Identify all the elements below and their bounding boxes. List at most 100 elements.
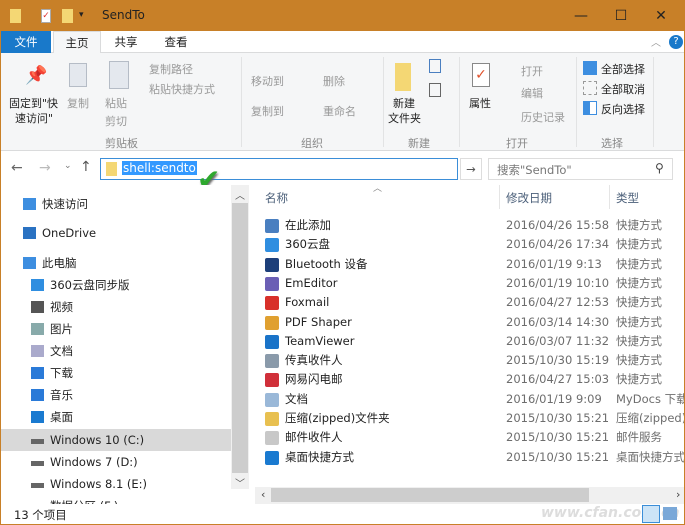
back-button[interactable]: ← xyxy=(11,160,23,176)
file-row[interactable]: Bluetooth 设备 2016/01/19 9:13 快捷方式 xyxy=(249,255,684,274)
tab-share[interactable]: 共享 xyxy=(106,31,146,53)
nav-item[interactable]: Windows 10 (C:) xyxy=(1,429,231,451)
scroll-right-icon[interactable]: › xyxy=(676,488,680,501)
column-type[interactable]: 类型 xyxy=(616,190,639,206)
pin-quick-access-button[interactable]: 固定到"快 xyxy=(9,95,58,111)
cloud-icon xyxy=(31,279,44,291)
nav-item[interactable]: OneDrive xyxy=(1,222,231,244)
paste-shortcut-button[interactable]: 粘贴快捷方式 xyxy=(149,81,215,97)
drive-icon xyxy=(31,461,44,466)
history-button[interactable]: 历史记录 xyxy=(521,109,565,125)
collapse-ribbon-icon[interactable]: ︿ xyxy=(651,34,661,49)
copy-path-button[interactable]: 复制路径 xyxy=(149,61,193,77)
nav-item[interactable]: Windows 8.1 (E:) xyxy=(1,473,231,495)
nav-item[interactable]: Windows 7 (D:) xyxy=(1,451,231,473)
tab-view[interactable]: 查看 xyxy=(156,31,196,53)
pin-icon: 📌 xyxy=(25,65,48,86)
nav-item[interactable]: 图片 xyxy=(1,318,231,340)
minimize-button[interactable]: — xyxy=(561,1,601,31)
file-row[interactable]: 桌面快捷方式 2015/10/30 15:21 桌面快捷方式 xyxy=(249,448,685,467)
new-folder-quick-icon[interactable] xyxy=(62,9,73,23)
up-button[interactable]: ↑ xyxy=(80,159,92,175)
file-row[interactable]: 传真收件人 2015/10/30 15:19 快捷方式 xyxy=(249,351,684,370)
forward-button[interactable]: → xyxy=(39,160,51,176)
file-row[interactable]: EmEditor 2016/01/19 10:10 快捷方式 xyxy=(249,274,684,293)
copy-button[interactable]: 复制 xyxy=(67,95,89,111)
file-row[interactable]: 网易闪电邮 2016/04/27 15:03 快捷方式 xyxy=(249,370,684,389)
file-type: 快捷方式 xyxy=(616,372,662,387)
new-folder-button[interactable]: 新建 xyxy=(393,95,415,111)
edit-button[interactable]: 编辑 xyxy=(521,85,543,101)
large-icons-view-button[interactable] xyxy=(663,507,677,520)
file-name: 360云盘 xyxy=(285,237,330,252)
file-row[interactable]: PDF Shaper 2016/03/14 14:30 快捷方式 xyxy=(249,313,684,332)
open-button[interactable]: 打开 xyxy=(521,63,543,79)
customize-quick-access-icon[interactable]: ▾ xyxy=(79,10,84,20)
properties-button[interactable]: 属性 xyxy=(469,95,491,111)
file-date: 2016/03/07 11:32 xyxy=(506,333,610,348)
nav-item[interactable]: 360云盘同步版 xyxy=(1,274,231,296)
music-icon xyxy=(31,389,44,401)
scroll-up-icon[interactable]: ︿ xyxy=(235,187,245,202)
scroll-thumb[interactable] xyxy=(232,203,248,473)
file-row[interactable]: 在此添加 2016/04/26 15:58 快捷方式 xyxy=(249,216,684,235)
cut-button[interactable]: 剪切 xyxy=(105,113,127,129)
properties-quick-icon[interactable]: ✓ xyxy=(41,9,51,23)
tab-home[interactable]: 主页 xyxy=(53,31,101,54)
select-none-button[interactable]: 全部取消 xyxy=(601,81,645,97)
file-row[interactable]: Foxmail 2016/04/27 12:53 快捷方式 xyxy=(249,293,684,312)
delete-button[interactable]: 删除 xyxy=(323,73,345,89)
file-row[interactable]: 压缩(zipped)文件夹 2015/10/30 15:21 压缩(zipped)文… xyxy=(249,409,684,428)
new-folder-icon xyxy=(395,63,411,91)
nav-item[interactable]: 视频 xyxy=(1,296,231,318)
move-to-button[interactable]: 移动到 xyxy=(251,73,284,89)
nav-item-label: 360云盘同步版 xyxy=(50,278,130,292)
rename-button[interactable]: 重命名 xyxy=(323,103,356,119)
address-row: ← → ⌄ ↑ shell:sendto ✔ → 搜索"SendTo" ⚲ xyxy=(1,151,684,196)
address-input[interactable]: shell:sendto xyxy=(100,158,458,180)
nav-item[interactable]: 文档 xyxy=(1,340,231,362)
nav-item[interactable]: 音乐 xyxy=(1,384,231,406)
search-input[interactable]: 搜索"SendTo" ⚲ xyxy=(488,158,673,180)
file-type: 快捷方式 xyxy=(616,237,662,252)
column-date[interactable]: 修改日期 xyxy=(506,190,552,206)
invert-selection-button[interactable]: 反向选择 xyxy=(601,101,645,117)
file-name: PDF Shaper xyxy=(285,314,352,329)
nav-item[interactable]: 此电脑 xyxy=(1,252,231,274)
scroll-left-icon[interactable]: ‹ xyxy=(261,488,265,501)
file-row[interactable]: 文档 2016/01/19 9:09 MyDocs 下载 xyxy=(249,390,684,409)
copy-to-button[interactable]: 复制到 xyxy=(251,103,284,119)
select-all-button[interactable]: 全部选择 xyxy=(601,61,645,77)
details-view-button[interactable] xyxy=(642,505,660,523)
download-icon xyxy=(31,367,44,379)
maximize-button[interactable]: ☐ xyxy=(601,1,641,31)
horizontal-scrollbar[interactable]: ‹ › xyxy=(255,487,684,504)
paste-button[interactable]: 粘贴 xyxy=(105,95,127,111)
nav-item-label: 快速访问 xyxy=(42,197,88,211)
file-row[interactable]: 邮件收件人 2015/10/30 15:21 邮件服务 xyxy=(249,428,684,447)
scroll-down-icon[interactable]: ﹀ xyxy=(235,475,245,490)
divider xyxy=(499,185,500,209)
nav-item-label: 视频 xyxy=(50,300,73,314)
nav-item[interactable]: 桌面 xyxy=(1,406,231,428)
open-group-label: 打开 xyxy=(506,137,528,150)
invert-selection-icon xyxy=(583,101,597,115)
nav-item-label: 文档 xyxy=(50,344,73,358)
nav-item[interactable]: 下载 xyxy=(1,362,231,384)
file-type: 桌面快捷方式 xyxy=(616,449,685,464)
recent-locations-button[interactable]: ⌄ xyxy=(64,161,72,171)
easy-access-icon[interactable] xyxy=(429,83,441,97)
file-row[interactable]: TeamViewer 2016/03/07 11:32 快捷方式 xyxy=(249,332,684,351)
close-button[interactable]: ✕ xyxy=(641,1,681,31)
nav-item[interactable]: 快速访问 xyxy=(1,193,231,215)
help-icon[interactable]: ? xyxy=(669,35,683,49)
divider xyxy=(383,57,384,147)
file-row[interactable]: 360云盘 2016/04/26 17:34 快捷方式 xyxy=(249,235,684,254)
tab-file[interactable]: 文件 xyxy=(1,31,51,53)
column-name[interactable]: 名称 xyxy=(265,190,288,206)
go-button[interactable]: → xyxy=(460,158,482,180)
new-item-icon[interactable] xyxy=(429,59,441,73)
nav-scrollbar[interactable]: ︿ ﹀ xyxy=(231,185,249,490)
file-name: EmEditor xyxy=(285,275,338,290)
hscroll-thumb[interactable] xyxy=(271,488,589,502)
